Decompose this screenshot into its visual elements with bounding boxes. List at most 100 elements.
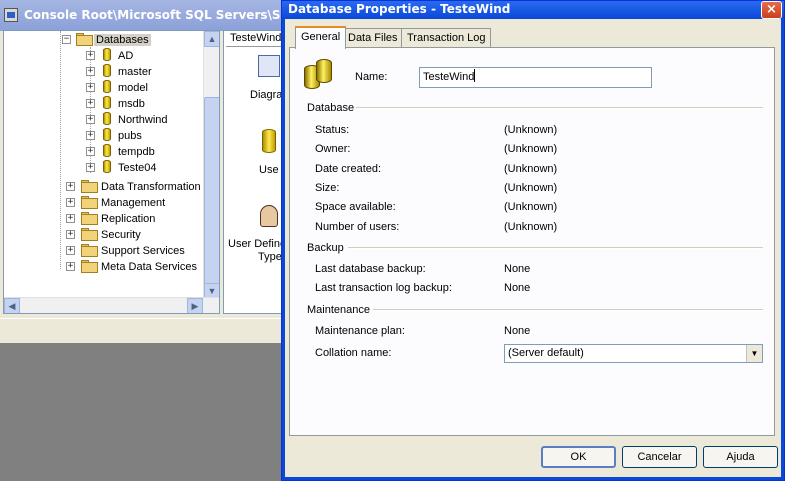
tree-vertical-scrollbar[interactable]: ▲ ▼ bbox=[203, 31, 219, 299]
tree-item-database[interactable]: + tempdb bbox=[84, 144, 157, 160]
date-created-label: Date created: bbox=[315, 163, 382, 175]
tree-item-database[interactable]: + msdb bbox=[84, 96, 147, 112]
tree-item-label: Northwind bbox=[118, 114, 168, 126]
database-icon bbox=[302, 59, 340, 91]
console-app-icon bbox=[4, 8, 18, 22]
diagram-icon[interactable] bbox=[258, 55, 280, 77]
maintenance-plan-label: Maintenance plan: bbox=[315, 325, 405, 337]
space-available-value: (Unknown) bbox=[504, 201, 558, 213]
folder-icon bbox=[81, 244, 98, 257]
number-of-users-value: (Unknown) bbox=[504, 221, 558, 233]
tree-item-label: Support Services bbox=[101, 245, 185, 257]
users-icon[interactable] bbox=[262, 129, 276, 153]
folder-icon bbox=[81, 212, 98, 225]
status-value: (Unknown) bbox=[504, 124, 558, 136]
cancel-button[interactable]: Cancelar bbox=[622, 446, 697, 468]
tree-item-database[interactable]: + model bbox=[84, 80, 150, 96]
last-transaction-log-backup-value: None bbox=[504, 282, 531, 294]
expand-icon[interactable]: + bbox=[86, 67, 95, 76]
tree-item-security[interactable]: + Security bbox=[64, 227, 143, 243]
expand-icon[interactable]: + bbox=[66, 214, 75, 223]
tree-horizontal-scrollbar[interactable]: ◀ ▶ bbox=[4, 297, 219, 313]
expand-icon[interactable]: + bbox=[86, 115, 95, 124]
tree-pane[interactable]: − Databases + AD + master + model + msdb… bbox=[3, 30, 220, 314]
details-tab[interactable]: TesteWind bbox=[226, 32, 286, 47]
tree-item-database[interactable]: + AD bbox=[84, 48, 135, 64]
expand-icon[interactable]: + bbox=[86, 147, 95, 156]
space-available-label: Space available: bbox=[315, 201, 396, 213]
folder-icon bbox=[81, 228, 98, 241]
name-value: TesteWind bbox=[423, 71, 475, 83]
details-item-label[interactable]: Use bbox=[259, 164, 279, 176]
tree-item-label: model bbox=[118, 82, 148, 94]
console-title: Console Root\Microsoft SQL Servers\SQL S… bbox=[24, 8, 287, 22]
help-button[interactable]: Ajuda bbox=[703, 446, 778, 468]
tree-item-support-services[interactable]: + Support Services bbox=[64, 243, 187, 259]
collation-name-value: (Server default) bbox=[508, 347, 584, 359]
scroll-up-icon[interactable]: ▲ bbox=[204, 31, 219, 47]
scroll-thumb[interactable] bbox=[204, 97, 219, 293]
collapse-icon[interactable]: − bbox=[62, 35, 71, 44]
ok-button[interactable]: OK bbox=[541, 446, 616, 468]
expand-icon[interactable]: + bbox=[66, 246, 75, 255]
scroll-left-icon[interactable]: ◀ bbox=[4, 298, 20, 313]
last-database-backup-label: Last database backup: bbox=[315, 263, 426, 275]
tree-item-database[interactable]: + master bbox=[84, 64, 154, 80]
last-transaction-log-backup-label: Last transaction log backup: bbox=[315, 282, 452, 294]
tab-data-files[interactable]: Data Files bbox=[342, 28, 404, 48]
details-pane[interactable]: TesteWind Diagra Use User Define Type bbox=[223, 30, 287, 314]
tree-item-label: master bbox=[118, 66, 152, 78]
expand-icon[interactable]: + bbox=[86, 99, 95, 108]
expand-icon[interactable]: + bbox=[86, 51, 95, 60]
expand-icon[interactable]: + bbox=[86, 163, 95, 172]
expand-icon[interactable]: + bbox=[66, 182, 75, 191]
expand-icon[interactable]: + bbox=[66, 230, 75, 239]
expand-icon[interactable]: + bbox=[86, 131, 95, 140]
expand-icon[interactable]: + bbox=[86, 83, 95, 92]
folder-icon bbox=[81, 260, 98, 273]
tree-item-database[interactable]: + pubs bbox=[84, 128, 144, 144]
database-icon bbox=[103, 160, 111, 173]
console-title-bar[interactable]: Console Root\Microsoft SQL Servers\SQL S… bbox=[0, 0, 287, 31]
close-icon[interactable]: × bbox=[761, 1, 782, 19]
tree-item-database[interactable]: + Northwind bbox=[84, 112, 170, 128]
tree-item-database[interactable]: + Teste04 bbox=[84, 160, 159, 176]
tree-item-replication[interactable]: + Replication bbox=[64, 211, 157, 227]
dropdown-arrow-icon[interactable]: ▼ bbox=[746, 345, 762, 362]
tree-item-label: Data Transformation bbox=[101, 181, 201, 193]
name-input[interactable]: TesteWind bbox=[419, 67, 652, 88]
details-item-label[interactable]: User Define bbox=[228, 238, 286, 250]
console-window: Console Root\Microsoft SQL Servers\SQL S… bbox=[0, 0, 287, 343]
size-label: Size: bbox=[315, 182, 340, 194]
expand-icon[interactable]: + bbox=[66, 262, 75, 271]
name-label: Name: bbox=[355, 71, 388, 83]
last-database-backup-value: None bbox=[504, 263, 531, 275]
database-icon bbox=[103, 64, 111, 77]
section-divider bbox=[373, 309, 763, 311]
owner-label: Owner: bbox=[315, 143, 351, 155]
dialog-title: Database Properties - TesteWind bbox=[288, 2, 511, 16]
tree-item-meta-data-services[interactable]: + Meta Data Services bbox=[64, 259, 199, 275]
dialog-title-bar[interactable]: Database Properties - TesteWind × bbox=[282, 1, 784, 19]
maintenance-plan-value: None bbox=[504, 325, 531, 337]
collation-name-select[interactable]: (Server default) ▼ bbox=[504, 344, 763, 363]
scroll-right-icon[interactable]: ▶ bbox=[187, 298, 203, 313]
tree-connector bbox=[60, 31, 61, 269]
collation-name-label: Collation name: bbox=[315, 347, 392, 359]
user-defined-types-icon[interactable] bbox=[260, 205, 278, 227]
folder-icon bbox=[81, 180, 98, 193]
folder-icon bbox=[81, 196, 98, 209]
details-item-label[interactable]: Diagra bbox=[250, 89, 282, 101]
tree-item-management[interactable]: + Management bbox=[64, 195, 167, 211]
size-value: (Unknown) bbox=[504, 182, 558, 194]
folder-open-icon bbox=[76, 33, 93, 46]
tree-item-label: pubs bbox=[118, 130, 142, 142]
expand-icon[interactable]: + bbox=[66, 198, 75, 207]
owner-value: (Unknown) bbox=[504, 143, 558, 155]
tree-item-databases[interactable]: − Databases bbox=[62, 32, 151, 48]
tab-general[interactable]: General bbox=[295, 26, 347, 49]
tab-transaction-log[interactable]: Transaction Log bbox=[401, 28, 492, 48]
tree-item-label: Databases bbox=[94, 34, 151, 46]
details-item-label[interactable]: Type bbox=[258, 251, 282, 263]
tree-item-data-transformation[interactable]: + Data Transformation bbox=[64, 179, 203, 195]
